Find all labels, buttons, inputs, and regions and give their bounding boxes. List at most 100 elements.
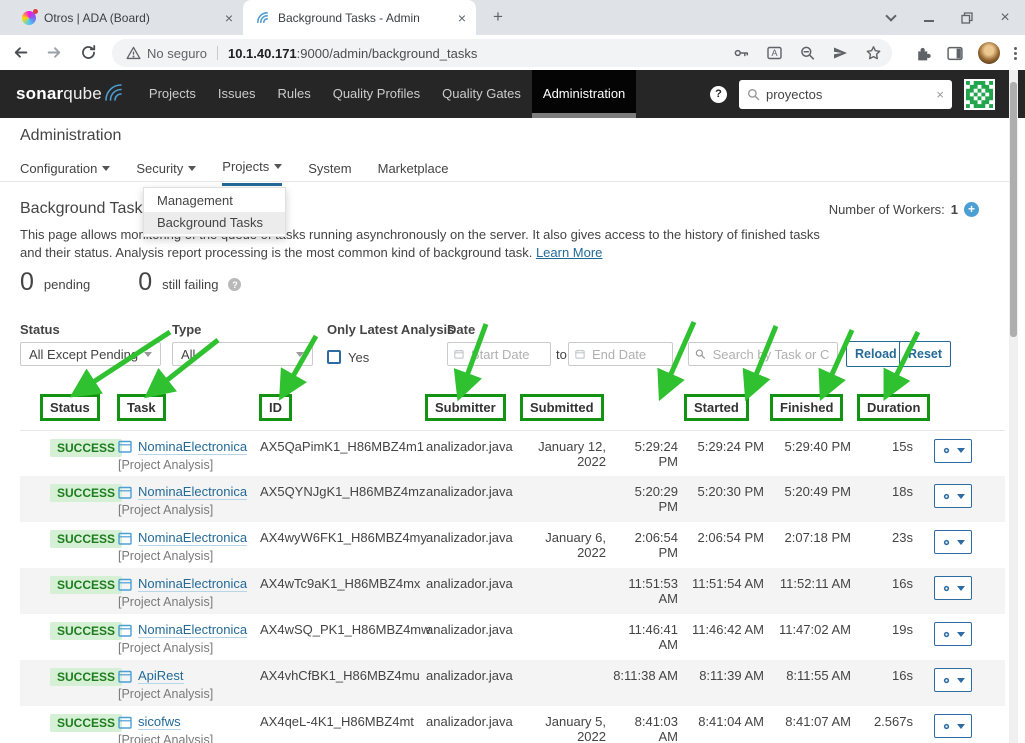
type-filter-select[interactable]: All: [172, 342, 313, 366]
project-icon: [118, 578, 132, 591]
task-link[interactable]: ApiRest: [138, 668, 184, 684]
back-button[interactable]: [6, 39, 34, 67]
browser-menu-icon[interactable]: [1014, 47, 1017, 60]
task-actions-button[interactable]: [934, 530, 972, 554]
close-window-button[interactable]: ×: [997, 10, 1013, 26]
task-link[interactable]: NominaElectronica: [138, 439, 247, 455]
task-actions-button[interactable]: [934, 439, 972, 463]
status-badge: SUCCESS: [50, 668, 122, 686]
global-search-box[interactable]: proyectos ×: [739, 80, 952, 109]
task-finished-time: 5:29:40 PM: [770, 430, 857, 476]
start-date-field[interactable]: [447, 342, 551, 366]
extensions-puzzle-icon[interactable]: [914, 45, 932, 62]
bookmark-star-icon[interactable]: [865, 45, 882, 61]
chevron-down-icon: [102, 166, 110, 171]
task-type: [Project Analysis]: [118, 641, 258, 655]
chevron-down-icon: [957, 540, 965, 545]
date-filter-label: Date: [447, 322, 475, 337]
only-latest-checkbox[interactable]: [327, 350, 341, 364]
task-link[interactable]: NominaElectronica: [138, 484, 247, 500]
learn-more-link[interactable]: Learn More: [536, 245, 602, 260]
start-date-input[interactable]: [469, 346, 544, 363]
task-date: [520, 614, 612, 660]
end-date-input[interactable]: [590, 346, 666, 363]
scrollbar-thumb[interactable]: [1010, 82, 1017, 337]
task-duration: 16s: [857, 568, 915, 614]
sonarqube-logo[interactable]: sonarqube: [16, 84, 124, 104]
task-link[interactable]: sicofws: [138, 714, 181, 730]
task-actions-button[interactable]: [934, 714, 972, 738]
reload-tasks-button[interactable]: Reload: [846, 341, 906, 367]
nav-issues[interactable]: Issues: [207, 70, 267, 118]
task-submitted-time: 5:29:24 PM: [612, 430, 684, 476]
nav-rules[interactable]: Rules: [266, 70, 321, 118]
workers-info: Number of Workers: 1 +: [829, 202, 979, 217]
task-search-field[interactable]: [688, 342, 838, 366]
profile-avatar[interactable]: [978, 42, 1000, 64]
task-id: AX5QYNJgK1_H86MBZ4mz: [259, 476, 425, 522]
task-link[interactable]: NominaElectronica: [138, 530, 247, 546]
chevron-down-icon: [144, 352, 152, 357]
task-submitter: analizador.java: [425, 660, 520, 706]
side-panel-icon[interactable]: [946, 45, 964, 62]
user-identicon-avatar[interactable]: [964, 79, 995, 110]
gear-icon: [941, 720, 952, 733]
header-status: Status: [40, 394, 100, 421]
task-actions-button[interactable]: [934, 622, 972, 646]
failing-help-icon[interactable]: ?: [228, 278, 241, 291]
search-clear-icon[interactable]: ×: [936, 87, 944, 102]
task-date: [520, 568, 612, 614]
address-bar[interactable]: No seguro 10.1.40.171:9000/admin/backgro…: [112, 39, 892, 67]
zoom-out-icon[interactable]: [799, 45, 816, 61]
task-id: AX4vhCfBK1_H86MBZ4mu: [259, 660, 425, 706]
page-scrollbar[interactable]: [1009, 70, 1018, 743]
status-badge: SUCCESS: [50, 714, 122, 732]
status-badge: SUCCESS: [50, 484, 122, 502]
edit-workers-icon[interactable]: +: [964, 202, 979, 217]
table-row: SUCCESS NominaElectronica [Project Analy…: [20, 522, 1005, 568]
help-icon[interactable]: ?: [710, 86, 727, 103]
tab-close-icon[interactable]: ×: [458, 11, 466, 25]
nav-quality-gates[interactable]: Quality Gates: [431, 70, 532, 118]
browser-window: Otros | ADA (Board) × Background Tasks -…: [0, 0, 1025, 743]
task-actions-button[interactable]: [934, 484, 972, 508]
menu-item-management[interactable]: Management: [144, 190, 285, 212]
status-badge: SUCCESS: [50, 439, 122, 457]
task-link[interactable]: NominaElectronica: [138, 576, 247, 592]
task-duration: 16s: [857, 660, 915, 706]
table-row: SUCCESS ApiRest [Project Analysis] AX4vh…: [20, 660, 1005, 706]
pending-label: pending: [44, 277, 90, 295]
tab-close-icon[interactable]: ×: [225, 11, 233, 25]
send-icon[interactable]: [832, 45, 849, 61]
nav-projects[interactable]: Projects: [138, 70, 207, 118]
task-link[interactable]: NominaElectronica: [138, 622, 247, 638]
tab-background-tasks[interactable]: Background Tasks - Admin ×: [243, 0, 476, 35]
nav-administration[interactable]: Administration: [532, 70, 636, 118]
tab-ada-board[interactable]: Otros | ADA (Board) ×: [10, 0, 243, 35]
menu-item-background-tasks[interactable]: Background Tasks: [144, 212, 285, 234]
tab-search-chevron-icon[interactable]: [883, 10, 899, 26]
forward-button[interactable]: [40, 39, 68, 67]
translate-icon[interactable]: A: [766, 45, 783, 61]
task-finished-time: 8:41:07 AM: [770, 706, 857, 743]
task-actions-button[interactable]: [934, 576, 972, 600]
restore-button[interactable]: [959, 10, 975, 26]
password-key-icon[interactable]: [733, 45, 750, 61]
minimize-button[interactable]: [921, 10, 937, 26]
task-duration: 2.567s: [857, 706, 915, 743]
reload-button[interactable]: [74, 39, 102, 67]
task-submitted-time: 5:20:29 PM: [612, 476, 684, 522]
task-search-input[interactable]: [711, 346, 831, 363]
gear-icon: [941, 490, 952, 503]
type-filter-label: Type: [172, 322, 201, 337]
task-finished-time: 11:52:11 AM: [770, 568, 857, 614]
reset-filters-button[interactable]: Reset: [899, 341, 951, 367]
projects-dropdown-menu: Management Background Tasks: [143, 187, 286, 237]
status-filter-select[interactable]: All Except Pending: [20, 342, 161, 366]
task-actions-button[interactable]: [934, 668, 972, 692]
task-submitter: analizador.java: [425, 430, 520, 476]
new-tab-button[interactable]: +: [487, 7, 509, 29]
end-date-field[interactable]: [568, 342, 673, 366]
task-submitter: analizador.java: [425, 614, 520, 660]
nav-quality-profiles[interactable]: Quality Profiles: [322, 70, 431, 118]
